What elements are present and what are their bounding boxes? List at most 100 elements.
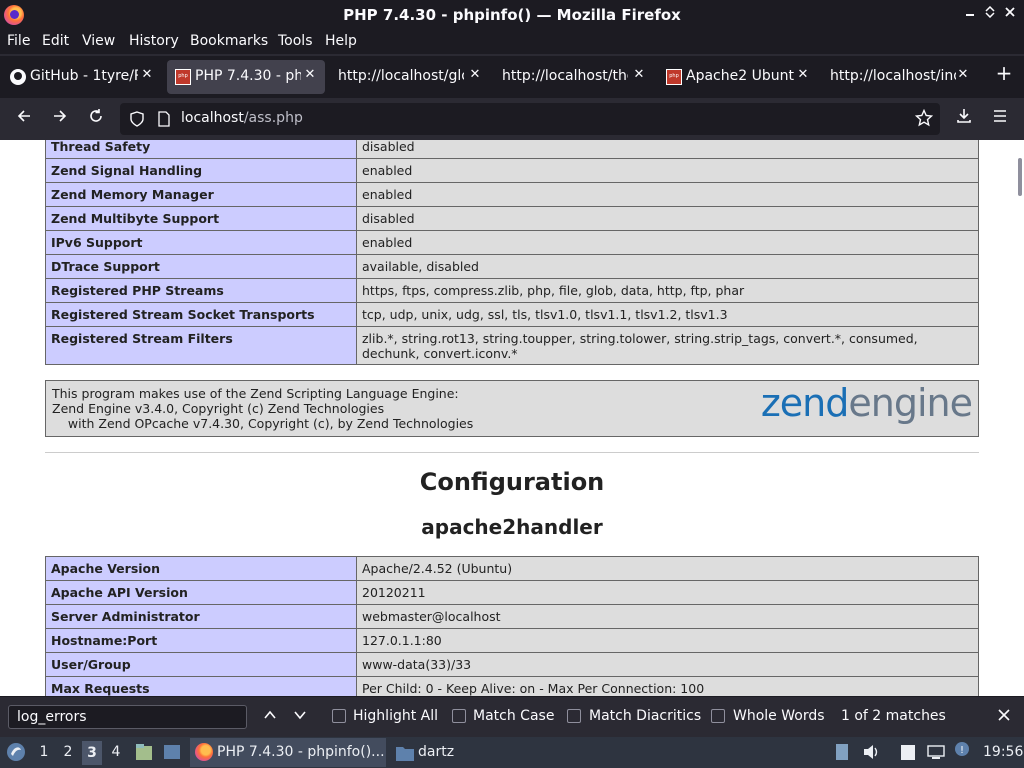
downloads-icon[interactable] bbox=[952, 107, 976, 131]
table-row: Apache Version Apache/2.4.52 (Ubuntu) bbox=[45, 556, 979, 581]
menu-view[interactable]: View bbox=[82, 33, 115, 49]
row-name: Zend Multibyte Support bbox=[45, 206, 357, 231]
back-icon[interactable] bbox=[12, 107, 36, 131]
row-name: Apache Version bbox=[45, 556, 357, 581]
bookmark-star-icon[interactable] bbox=[914, 108, 934, 131]
menu-bookmarks[interactable]: Bookmarks bbox=[190, 33, 268, 49]
workspace-4[interactable]: 4 bbox=[106, 744, 126, 760]
tab-localhost-the[interactable]: http://localhost/the ✕ bbox=[494, 60, 654, 94]
row-name: User/Group bbox=[45, 652, 357, 677]
url-bar[interactable]: localhost/ass.php bbox=[120, 103, 940, 135]
url-text[interactable]: localhost/ass.php bbox=[181, 110, 303, 126]
row-value: webmaster@localhost bbox=[356, 604, 979, 629]
row-value: enabled bbox=[356, 158, 979, 183]
restore-icon[interactable] bbox=[982, 5, 998, 22]
row-name: Zend Memory Manager bbox=[45, 182, 357, 207]
apache-info-table: Apache Version Apache/2.4.52 (Ubuntu) Apa… bbox=[45, 556, 979, 696]
find-next-icon[interactable] bbox=[288, 705, 312, 729]
tab-localhost-ind[interactable]: http://localhost/ind ✕ bbox=[822, 60, 974, 94]
scrollbar-thumb[interactable] bbox=[1018, 158, 1022, 196]
match-case-label[interactable]: Match Case bbox=[473, 708, 554, 724]
find-bar: log_errors Highlight All Match Case Matc… bbox=[0, 696, 1024, 736]
shield-icon[interactable] bbox=[130, 111, 144, 131]
minimize-icon[interactable] bbox=[962, 6, 978, 22]
match-case-checkbox[interactable] bbox=[452, 709, 466, 723]
task-folder[interactable]: dartz bbox=[390, 738, 490, 767]
start-menu-icon[interactable] bbox=[6, 742, 26, 766]
row-value: enabled bbox=[356, 230, 979, 255]
workspace-3[interactable]: 3 bbox=[82, 741, 102, 765]
row-name: Hostname:Port bbox=[45, 628, 357, 653]
table-row: Server Administrator webmaster@localhost bbox=[45, 604, 979, 629]
close-find-bar-icon[interactable] bbox=[992, 705, 1016, 729]
tab-localhost-glo[interactable]: http://localhost/glo ✕ bbox=[330, 60, 490, 94]
page-info-icon[interactable] bbox=[158, 111, 170, 131]
match-diacritics-checkbox[interactable] bbox=[567, 709, 581, 723]
task-firefox[interactable]: PHP 7.4.30 - phpinfo()... bbox=[190, 738, 386, 767]
table-row: Apache API Version 20120211 bbox=[45, 580, 979, 605]
close-tab-icon[interactable]: ✕ bbox=[303, 68, 317, 82]
update-notification-icon[interactable]: ! bbox=[954, 741, 970, 761]
clock[interactable]: 19:56 bbox=[983, 744, 1023, 760]
table-row: Hostname:Port 127.0.1.1:80 bbox=[45, 628, 979, 653]
close-tab-icon[interactable]: ✕ bbox=[956, 68, 970, 82]
network-icon[interactable] bbox=[926, 743, 946, 765]
row-value: zlib.*, string.rot13, string.toupper, st… bbox=[356, 326, 979, 365]
file-manager-icon[interactable] bbox=[134, 742, 154, 766]
row-name: Apache API Version bbox=[45, 580, 357, 605]
tab-apache2-ubuntu[interactable]: Apache2 Ubuntu ✕ bbox=[658, 60, 818, 94]
menu-file[interactable]: File bbox=[7, 33, 30, 49]
menu-help[interactable]: Help bbox=[325, 33, 357, 49]
eject-icon[interactable] bbox=[834, 743, 850, 765]
row-name: IPv6 Support bbox=[45, 230, 357, 255]
table-row: User/Group www-data(33)/33 bbox=[45, 652, 979, 677]
tab-bar: GitHub - 1tyre/P ✕ PHP 7.4.30 - php ✕ ht… bbox=[0, 56, 1024, 98]
workspace-2[interactable]: 2 bbox=[58, 744, 78, 760]
match-diacritics-label[interactable]: Match Diacritics bbox=[589, 708, 701, 724]
zend-line-2: Zend Engine v3.4.0, Copyright (c) Zend T… bbox=[52, 401, 385, 416]
page-content: Thread Safety disabled Zend Signal Handli… bbox=[0, 140, 1014, 696]
window-titlebar: PHP 7.4.30 - phpinfo() — Mozilla Firefox bbox=[0, 0, 1024, 30]
whole-words-checkbox[interactable] bbox=[711, 709, 725, 723]
table-row: Max Requests Per Child: 0 - Keep Alive: o… bbox=[45, 676, 979, 696]
volume-icon[interactable] bbox=[862, 743, 880, 765]
svg-text:!: ! bbox=[960, 745, 964, 756]
workspace-1[interactable]: 1 bbox=[34, 744, 54, 760]
row-value: Per Child: 0 - Keep Alive: on - Max Per … bbox=[356, 676, 979, 696]
table-row: DTrace Support available, disabled bbox=[45, 254, 979, 279]
row-value: Apache/2.4.52 (Ubuntu) bbox=[356, 556, 979, 581]
table-row: Registered Stream Filters zlib.*, string.… bbox=[45, 326, 979, 365]
clipboard-icon[interactable] bbox=[900, 743, 916, 765]
row-value: https, ftps, compress.zlib, php, file, g… bbox=[356, 278, 979, 303]
highlight-all-checkbox[interactable] bbox=[332, 709, 346, 723]
menu-history[interactable]: History bbox=[129, 33, 179, 49]
reload-icon[interactable] bbox=[84, 107, 108, 131]
row-name: Registered Stream Filters bbox=[45, 326, 357, 365]
row-value: enabled bbox=[356, 182, 979, 207]
forward-icon[interactable] bbox=[48, 107, 72, 131]
close-tab-icon[interactable]: ✕ bbox=[796, 68, 810, 82]
hamburger-menu-icon[interactable] bbox=[988, 107, 1012, 131]
whole-words-label[interactable]: Whole Words bbox=[733, 708, 825, 724]
row-name: Thread Safety bbox=[45, 140, 357, 159]
tab-label: Apache2 Ubuntu bbox=[686, 68, 794, 84]
find-previous-icon[interactable] bbox=[258, 705, 282, 729]
tab-phpinfo[interactable]: PHP 7.4.30 - php ✕ bbox=[167, 60, 325, 94]
tab-label: PHP 7.4.30 - php bbox=[195, 68, 301, 84]
zend-line-1: This program makes use of the Zend Scrip… bbox=[52, 386, 459, 401]
menu-tools[interactable]: Tools bbox=[278, 33, 313, 49]
task-folder-label: dartz bbox=[418, 744, 455, 760]
terminal-icon[interactable] bbox=[162, 742, 182, 766]
menu-edit[interactable]: Edit bbox=[42, 33, 69, 49]
close-tab-icon[interactable]: ✕ bbox=[632, 68, 646, 82]
close-tab-icon[interactable]: ✕ bbox=[468, 68, 482, 82]
close-icon[interactable] bbox=[1002, 6, 1018, 22]
php-icon bbox=[175, 69, 191, 85]
page-scrollbar[interactable] bbox=[1014, 140, 1024, 696]
find-input[interactable]: log_errors bbox=[8, 705, 247, 729]
github-icon bbox=[10, 69, 26, 85]
highlight-all-label[interactable]: Highlight All bbox=[353, 708, 438, 724]
tab-github[interactable]: GitHub - 1tyre/P ✕ bbox=[2, 60, 162, 94]
close-tab-icon[interactable]: ✕ bbox=[140, 68, 154, 82]
new-tab-icon[interactable]: + bbox=[992, 61, 1016, 85]
